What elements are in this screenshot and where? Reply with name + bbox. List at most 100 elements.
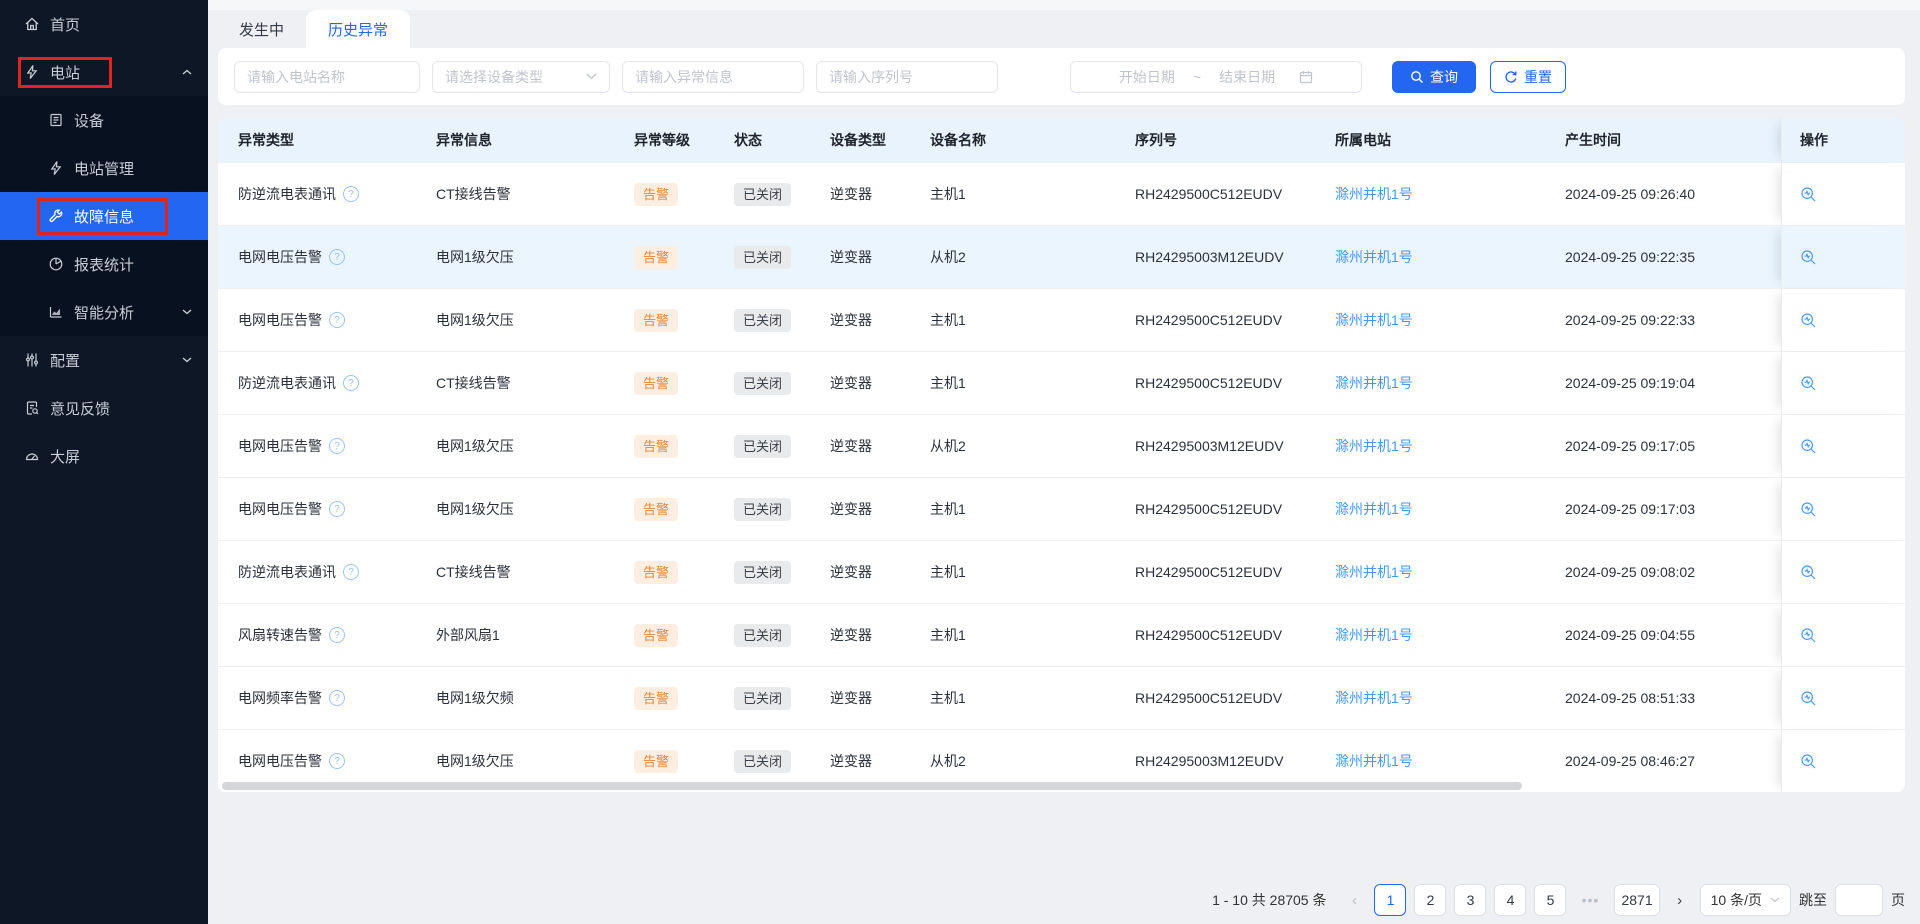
create-time: 2024-09-25 08:51:33 bbox=[1547, 667, 1781, 729]
end-date-placeholder: 结束日期 bbox=[1219, 67, 1275, 87]
column-header: 异常等级 bbox=[616, 118, 716, 162]
view-detail-icon[interactable] bbox=[1800, 564, 1817, 581]
table-row[interactable]: 电网电压告警 ? 电网1级欠压 告警 已关闭 逆变器 从机2 RH2429500… bbox=[218, 414, 1905, 477]
sidebar-item-feedback[interactable]: 意见反馈 bbox=[0, 384, 208, 432]
sidebar-item-report-statistics[interactable]: 报表统计 bbox=[0, 240, 208, 288]
abnormal-info: 电网1级欠压 bbox=[418, 289, 616, 351]
sidebar-item-smart-analysis[interactable]: 智能分析 bbox=[0, 288, 208, 336]
column-header: 异常信息 bbox=[418, 118, 616, 162]
table-row[interactable]: 电网电压告警 ? 电网1级欠压 告警 已关闭 逆变器 主机1 RH2429500… bbox=[218, 288, 1905, 351]
sidebar-item-label: 电站管理 bbox=[74, 158, 134, 179]
help-icon[interactable]: ? bbox=[343, 564, 359, 580]
sidebar: 首页 电站 设备 电站管理 故障信息 bbox=[0, 0, 208, 924]
prev-page-button[interactable]: ‹ bbox=[1342, 892, 1366, 909]
column-header: 产生时间 bbox=[1547, 118, 1781, 162]
help-icon[interactable]: ? bbox=[343, 186, 359, 202]
device-type-select[interactable]: 请选择设备类型 bbox=[432, 61, 610, 93]
serial-number: RH24295003M12EUDV bbox=[1117, 415, 1317, 477]
next-page-button[interactable]: › bbox=[1668, 892, 1692, 909]
sidebar-item-station[interactable]: 电站 bbox=[0, 48, 208, 96]
view-detail-icon[interactable] bbox=[1800, 690, 1817, 707]
sidebar-item-fault-info[interactable]: 故障信息 bbox=[0, 192, 208, 240]
search-button[interactable]: 查询 bbox=[1392, 61, 1476, 93]
page-size-select[interactable]: 10 条/页 bbox=[1700, 884, 1791, 916]
station-link[interactable]: 滁州并机1号 bbox=[1335, 625, 1413, 645]
station-link[interactable]: 滁州并机1号 bbox=[1335, 499, 1413, 519]
page-button-4[interactable]: 4 bbox=[1494, 884, 1526, 916]
top-strip bbox=[208, 0, 1920, 10]
abnormal-info: 电网1级欠频 bbox=[418, 667, 616, 729]
station-link[interactable]: 滁州并机1号 bbox=[1335, 184, 1413, 204]
serial-number: RH24295003M12EUDV bbox=[1117, 226, 1317, 288]
station-link[interactable]: 滁州并机1号 bbox=[1335, 310, 1413, 330]
view-detail-icon[interactable] bbox=[1800, 501, 1817, 518]
page-buttons: 12345•••2871 bbox=[1374, 884, 1659, 916]
station-link[interactable]: 滁州并机1号 bbox=[1335, 562, 1413, 582]
sidebar-item-home[interactable]: 首页 bbox=[0, 0, 208, 48]
abnormal-type: 防逆流电表通讯 bbox=[238, 373, 336, 393]
jump-page-input[interactable] bbox=[1835, 884, 1883, 916]
help-icon[interactable]: ? bbox=[329, 501, 345, 517]
view-detail-icon[interactable] bbox=[1800, 375, 1817, 392]
table-row[interactable]: 电网频率告警 ? 电网1级欠频 告警 已关闭 逆变器 主机1 RH2429500… bbox=[218, 666, 1905, 729]
table-row[interactable]: 风扇转速告警 ? 外部风扇1 告警 已关闭 逆变器 主机1 RH2429500C… bbox=[218, 603, 1905, 666]
page-button-2[interactable]: 2 bbox=[1414, 884, 1446, 916]
table-row[interactable]: 防逆流电表通讯 ? CT接线告警 告警 已关闭 逆变器 主机1 RH242950… bbox=[218, 351, 1905, 414]
sidebar-item-config[interactable]: 配置 bbox=[0, 336, 208, 384]
serial-input-wrap bbox=[816, 61, 998, 93]
reset-button[interactable]: 重置 bbox=[1490, 61, 1566, 93]
horizontal-scrollbar[interactable] bbox=[222, 782, 1522, 790]
level-badge: 告警 bbox=[634, 624, 678, 647]
station-submenu: 设备 电站管理 故障信息 报表统计 智能分析 bbox=[0, 96, 208, 336]
serial-number: RH2429500C512EUDV bbox=[1117, 289, 1317, 351]
table-row[interactable]: 电网电压告警 ? 电网1级欠压 告警 已关闭 逆变器 从机2 RH2429500… bbox=[218, 225, 1905, 288]
date-separator: ~ bbox=[1193, 69, 1201, 85]
page-button-1[interactable]: 1 bbox=[1374, 884, 1406, 916]
date-range-picker[interactable]: 开始日期 ~ 结束日期 bbox=[1070, 61, 1362, 93]
tab-occurring[interactable]: 发生中 bbox=[235, 10, 288, 48]
page-button-2871[interactable]: 2871 bbox=[1614, 884, 1659, 916]
view-detail-icon[interactable] bbox=[1800, 438, 1817, 455]
help-icon[interactable]: ? bbox=[329, 312, 345, 328]
station-link[interactable]: 滁州并机1号 bbox=[1335, 436, 1413, 456]
sidebar-item-big-screen[interactable]: 大屏 bbox=[0, 432, 208, 480]
home-icon bbox=[24, 16, 40, 32]
search-button-label: 查询 bbox=[1430, 67, 1458, 87]
view-detail-icon[interactable] bbox=[1800, 627, 1817, 644]
table-row[interactable]: 电网电压告警 ? 电网1级欠压 告警 已关闭 逆变器 主机1 RH2429500… bbox=[218, 477, 1905, 540]
tab-history[interactable]: 历史异常 bbox=[306, 10, 410, 48]
help-icon[interactable]: ? bbox=[329, 753, 345, 769]
sidebar-item-devices[interactable]: 设备 bbox=[0, 96, 208, 144]
help-icon[interactable]: ? bbox=[329, 690, 345, 706]
view-detail-icon[interactable] bbox=[1800, 312, 1817, 329]
help-icon[interactable]: ? bbox=[343, 375, 359, 391]
device-type: 逆变器 bbox=[812, 415, 912, 477]
table-row[interactable]: 防逆流电表通讯 ? CT接线告警 告警 已关闭 逆变器 主机1 RH242950… bbox=[218, 540, 1905, 603]
view-detail-icon[interactable] bbox=[1800, 249, 1817, 266]
help-icon[interactable]: ? bbox=[329, 438, 345, 454]
status-badge: 已关闭 bbox=[734, 372, 791, 395]
view-detail-icon[interactable] bbox=[1800, 186, 1817, 203]
view-detail-icon[interactable] bbox=[1800, 753, 1817, 770]
alarm-info-input[interactable] bbox=[635, 69, 791, 85]
station-name-input[interactable] bbox=[247, 69, 407, 85]
page-button-3[interactable]: 3 bbox=[1454, 884, 1486, 916]
serial-number: RH2429500C512EUDV bbox=[1117, 604, 1317, 666]
page-ellipsis[interactable]: ••• bbox=[1574, 884, 1606, 916]
help-icon[interactable]: ? bbox=[329, 249, 345, 265]
station-link[interactable]: 滁州并机1号 bbox=[1335, 373, 1413, 393]
tab-label: 历史异常 bbox=[328, 19, 388, 40]
serial-number: RH2429500C512EUDV bbox=[1117, 352, 1317, 414]
create-time: 2024-09-25 09:26:40 bbox=[1547, 163, 1781, 225]
station-link[interactable]: 滁州并机1号 bbox=[1335, 688, 1413, 708]
station-link[interactable]: 滁州并机1号 bbox=[1335, 247, 1413, 267]
lightning-icon bbox=[48, 160, 64, 176]
help-icon[interactable]: ? bbox=[329, 627, 345, 643]
table-row[interactable]: 防逆流电表通讯 ? CT接线告警 告警 已关闭 逆变器 主机1 RH242950… bbox=[218, 162, 1905, 225]
device-name: 主机1 bbox=[912, 289, 1117, 351]
serial-input[interactable] bbox=[829, 69, 985, 85]
main-content: 发生中 历史异常 请选择设备类型 开始日期 ~ 结束日期 查询 bbox=[208, 0, 1920, 924]
page-button-5[interactable]: 5 bbox=[1534, 884, 1566, 916]
station-link[interactable]: 滁州并机1号 bbox=[1335, 751, 1413, 771]
sidebar-item-station-management[interactable]: 电站管理 bbox=[0, 144, 208, 192]
